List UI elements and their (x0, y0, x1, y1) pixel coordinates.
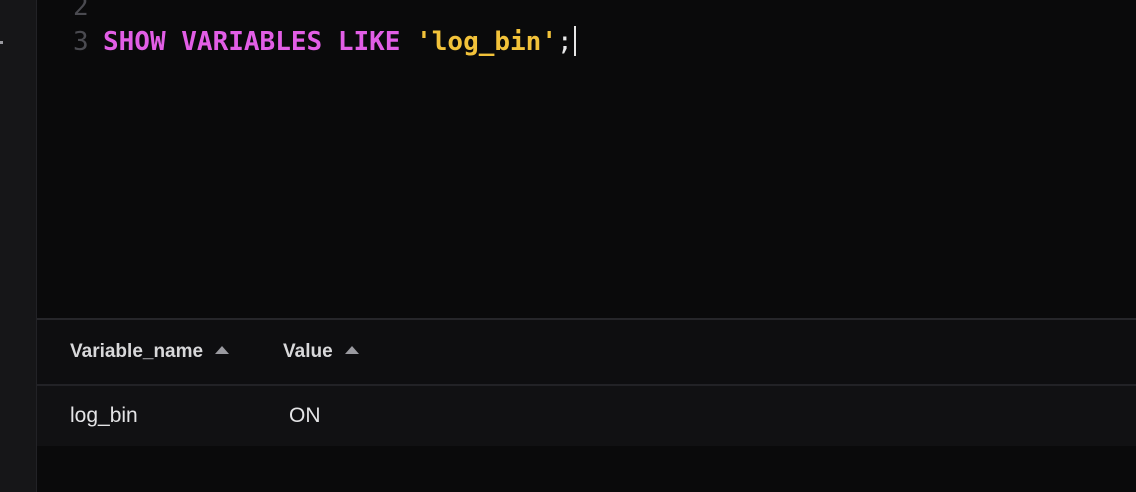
table-cell[interactable]: log_bin (70, 386, 138, 446)
column-header-label: Value (283, 341, 333, 362)
table-cell[interactable]: ON (289, 386, 321, 446)
text-cursor (573, 25, 576, 56)
table-row[interactable]: log_bin ON (37, 386, 1136, 446)
code-line[interactable]: 3 SHOW VARIABLES LIKE 'log_bin'; (37, 25, 1136, 59)
column-header-value[interactable]: Value (283, 320, 359, 384)
keyword-token: VARIABLES (181, 27, 323, 57)
string-token: 'log_bin' (416, 27, 557, 57)
sort-asc-icon[interactable] (215, 345, 230, 354)
line-number: 2 (73, 0, 89, 22)
punct-token: ; (557, 27, 573, 57)
sort-asc-icon[interactable] (344, 345, 359, 354)
keyword-token: SHOW (103, 27, 166, 57)
keyword-token: LIKE (337, 27, 401, 57)
results-table-header: Variable_name Value (37, 320, 1136, 386)
column-header-variable-name[interactable]: Variable_name (70, 320, 230, 384)
sql-workspace: 2 3 SHOW VARIABLES LIKE 'log_bin'; Varia… (0, 0, 1136, 492)
code-line[interactable]: 2 (37, 0, 1136, 24)
line-number: 3 (73, 27, 89, 57)
rail-marker-icon (0, 41, 3, 44)
column-header-label: Variable_name (70, 341, 204, 362)
code-text[interactable]: SHOW VARIABLES LIKE 'log_bin'; (103, 25, 576, 59)
left-sidebar-rail (0, 0, 37, 492)
results-panel: Variable_name Value log_bin ON (37, 318, 1136, 492)
sql-editor[interactable]: 2 3 SHOW VARIABLES LIKE 'log_bin'; (37, 0, 1136, 318)
